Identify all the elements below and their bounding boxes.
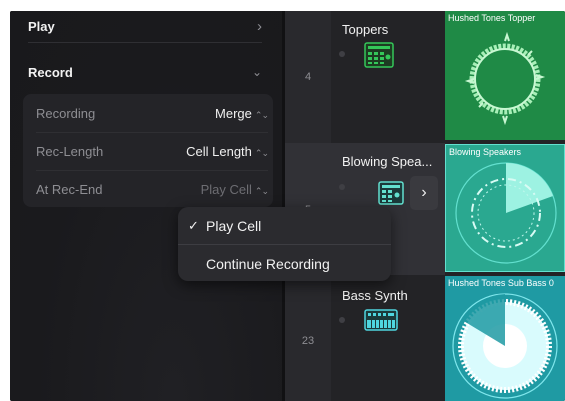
cell-title: Hushed Tones Sub Bass 0 xyxy=(445,276,565,290)
menu-item-label: Continue Recording xyxy=(206,255,330,272)
recording-row[interactable]: Recording Merge ⌃⌄ xyxy=(36,95,269,132)
record-settings-group: Recording Merge ⌃⌄ Rec-Length Cell Length… xyxy=(23,94,273,207)
chevron-right-icon: › xyxy=(257,17,262,35)
track-number: 23 xyxy=(301,335,315,347)
play-section-label: Play xyxy=(28,18,55,34)
recording-label: Recording xyxy=(36,106,96,121)
menu-item-play-cell[interactable]: ✓ Play Cell xyxy=(178,207,391,244)
cell-hushed-tones-sub-bass[interactable]: Hushed Tones Sub Bass 0 xyxy=(445,276,565,401)
rec-length-row[interactable]: Rec-Length Cell Length ⌃⌄ xyxy=(36,133,269,170)
settings-panel: Play › Record ⌄ Recording Merge ⌃⌄ Rec-Le… xyxy=(10,11,282,401)
track-name[interactable]: Toppers xyxy=(342,22,388,37)
chevron-down-icon: ⌄ xyxy=(251,65,262,79)
at-rec-end-row[interactable]: At Rec-End Play Cell ⌃⌄ xyxy=(36,171,269,208)
drum-machine-icon[interactable] xyxy=(364,42,394,73)
waveform-ring-icon xyxy=(445,11,565,140)
rec-length-label: Rec-Length xyxy=(36,144,104,159)
tracks-area: 4 5 23 Toppers Blowing Spea... xyxy=(285,11,565,401)
menu-item-label: Play Cell xyxy=(206,217,262,234)
cell-title: Blowing Speakers xyxy=(446,145,564,159)
drum-machine-icon[interactable] xyxy=(378,181,404,210)
track-number: 4 xyxy=(304,71,312,83)
chevron-right-icon: › xyxy=(421,184,427,201)
waveform-disc-icon xyxy=(445,276,565,401)
chevron-right-button[interactable]: › xyxy=(410,176,438,210)
playing-progress-icon xyxy=(446,145,564,271)
cell-blowing-speakers[interactable]: Blowing Speakers xyxy=(445,144,565,272)
cell-hushed-tones-topper[interactable]: Hushed Tones Topper xyxy=(445,11,565,140)
rec-end-popup-menu: ✓ Play Cell Continue Recording xyxy=(178,207,391,281)
track-status-dot xyxy=(339,184,345,190)
cell-title: Hushed Tones Topper xyxy=(448,13,536,23)
up-down-icon: ⌃⌄ xyxy=(254,110,269,120)
app-window: Play › Record ⌄ Recording Merge ⌃⌄ Rec-Le… xyxy=(10,11,565,401)
track-name[interactable]: Bass Synth xyxy=(342,288,408,303)
synth-keyboard-icon[interactable] xyxy=(364,309,398,336)
up-down-icon: ⌃⌄ xyxy=(254,186,269,196)
record-section-header[interactable]: Record ⌄ xyxy=(28,57,262,87)
track-name[interactable]: Blowing Spea... xyxy=(342,154,432,169)
page: Play › Record ⌄ Recording Merge ⌃⌄ Rec-Le… xyxy=(0,0,565,401)
track-status-dot xyxy=(339,317,345,323)
checkmark-icon: ✓ xyxy=(188,217,199,233)
play-section-header[interactable]: Play › xyxy=(28,11,262,41)
track-status-dot xyxy=(339,51,345,57)
at-rec-end-value: Play Cell xyxy=(200,182,252,197)
record-section-label: Record xyxy=(28,64,73,80)
rec-length-value: Cell Length xyxy=(186,144,252,159)
up-down-icon: ⌃⌄ xyxy=(254,148,269,158)
divider xyxy=(28,42,262,43)
menu-item-continue-recording[interactable]: Continue Recording xyxy=(178,245,391,282)
recording-value: Merge xyxy=(215,106,252,121)
at-rec-end-label: At Rec-End xyxy=(36,182,103,197)
